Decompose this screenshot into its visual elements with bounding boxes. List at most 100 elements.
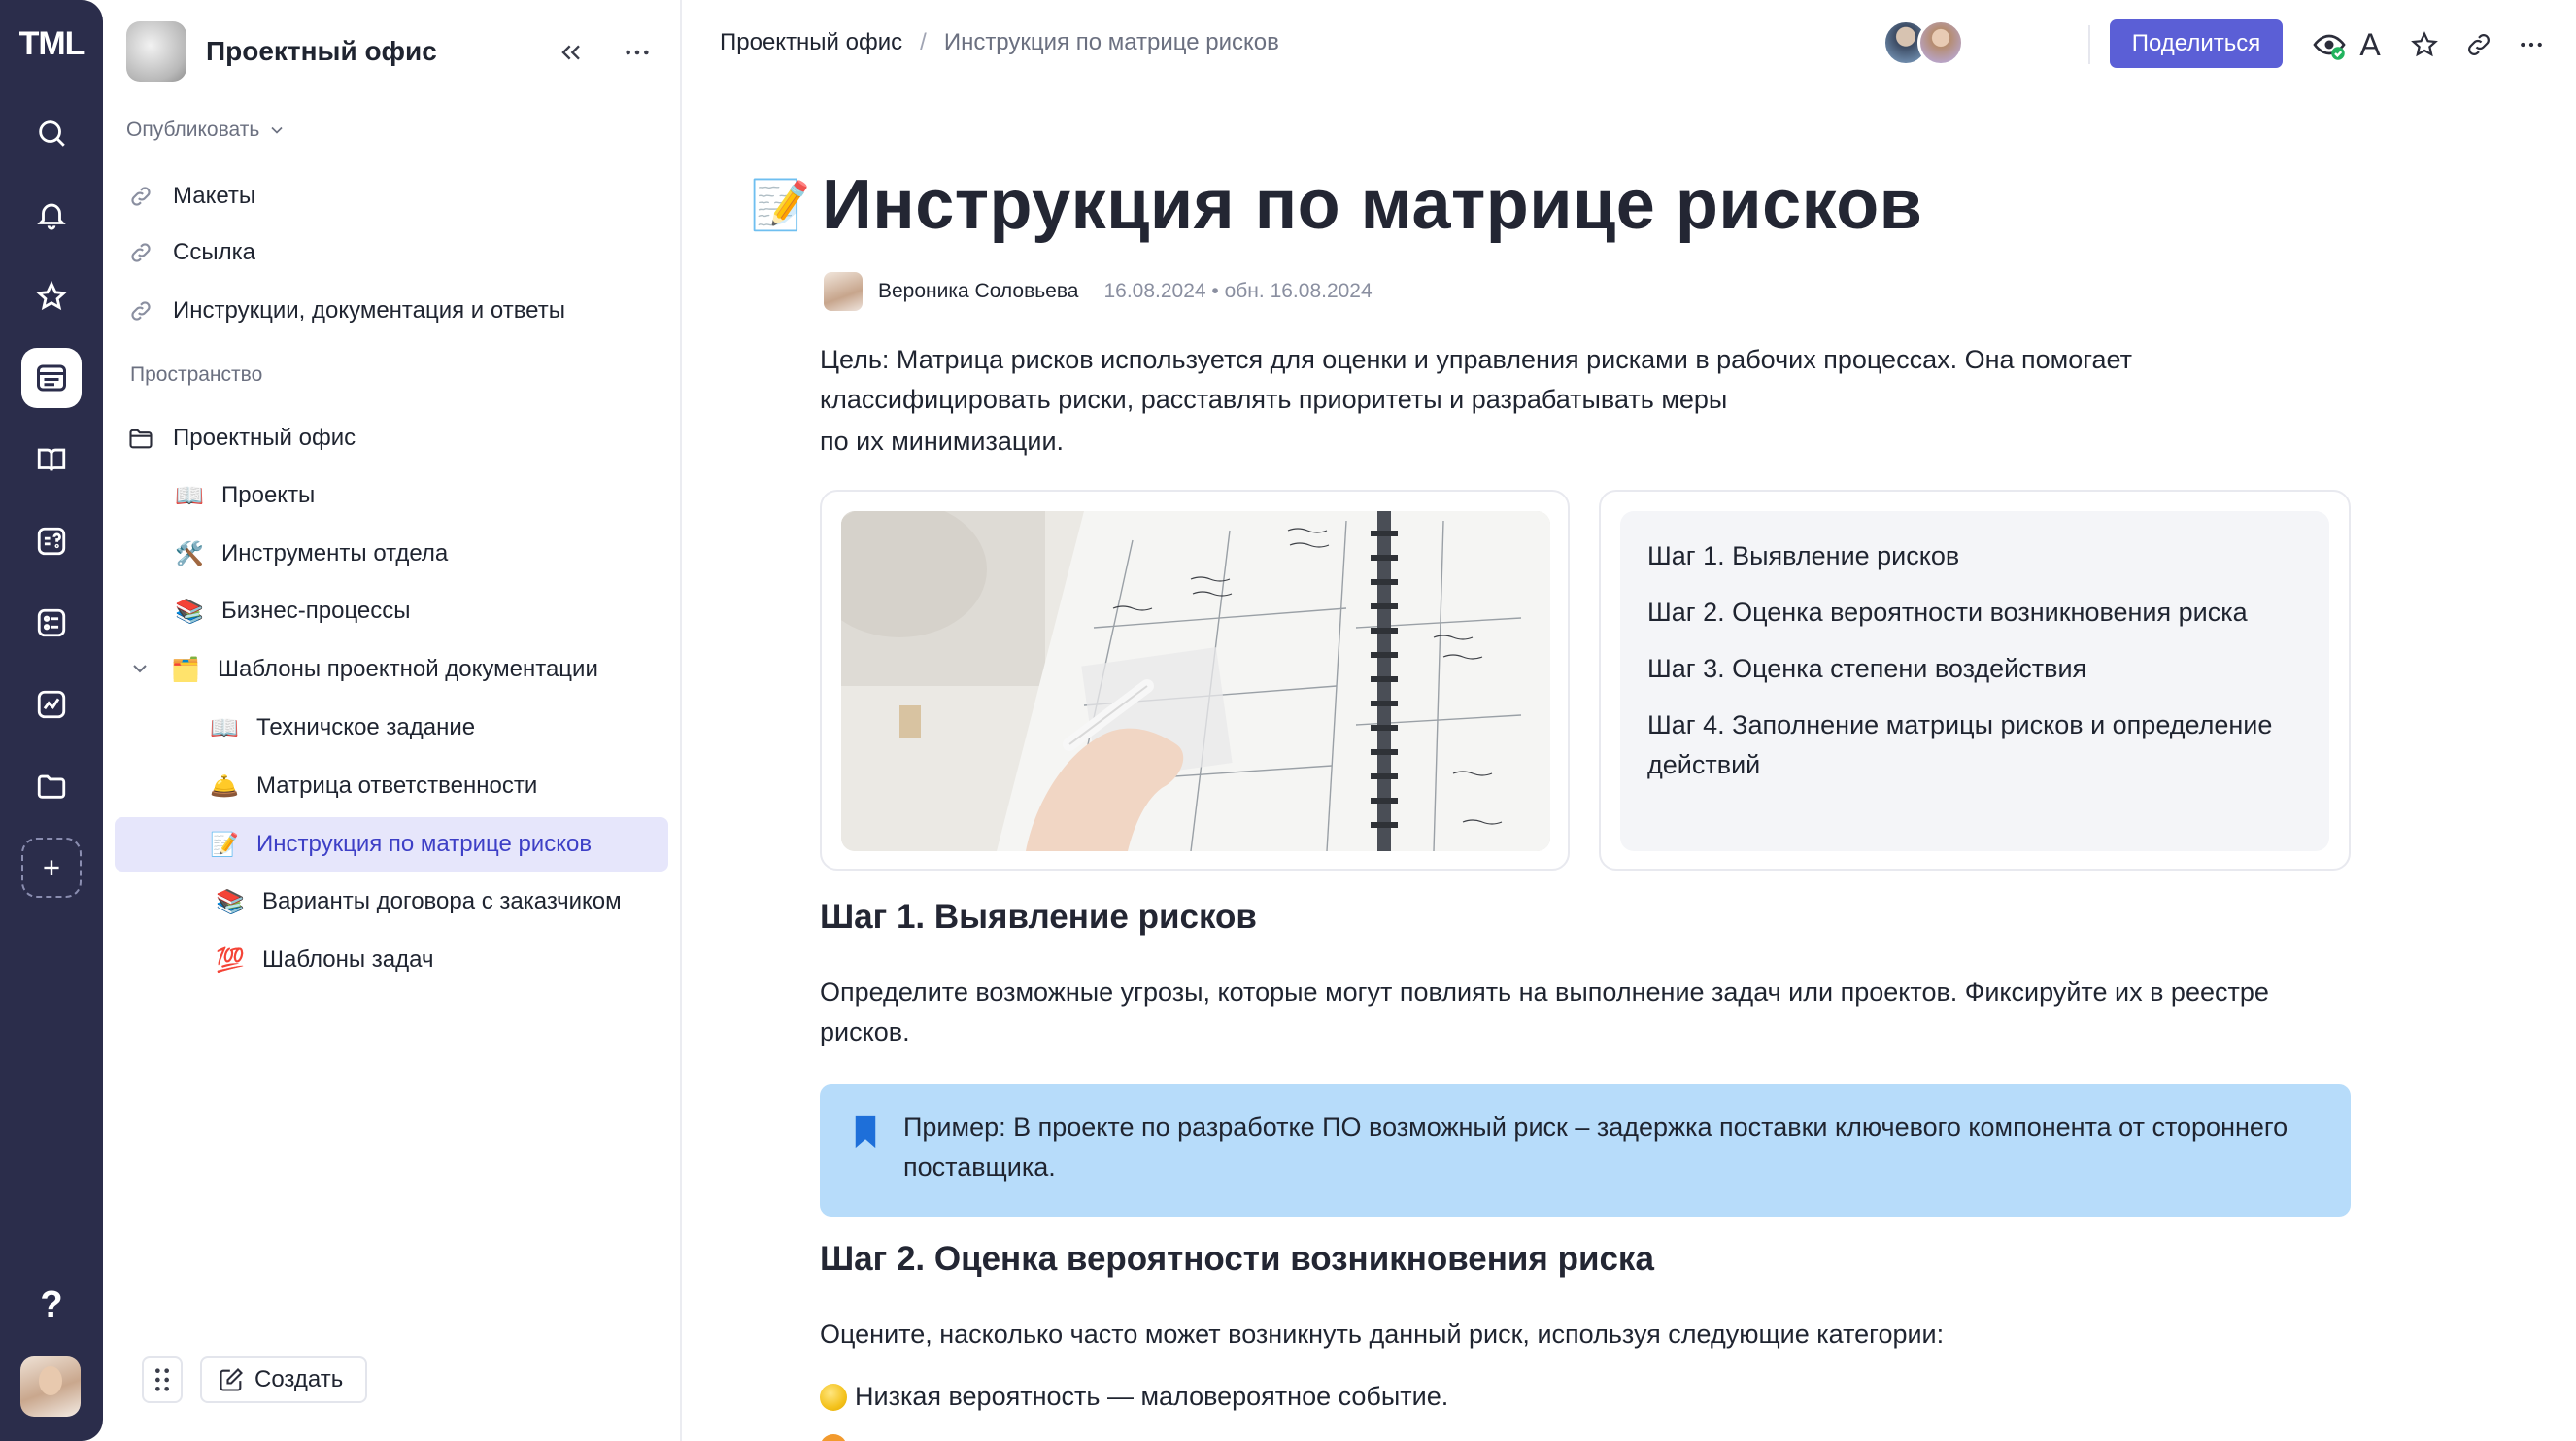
share-button[interactable]: Поделиться [2110, 19, 2283, 68]
tree-item-templates[interactable]: 🗂️ Шаблоны проектной документации [171, 642, 598, 697]
steps-card: Шаг 1. Выявление рисков Шаг 2. Оценка ве… [1599, 490, 2351, 871]
published-item-link[interactable]: Ссылка [126, 225, 255, 280]
books-emoji-icon: 📚 [175, 598, 204, 625]
app-rail: TML ? [0, 0, 103, 1441]
tree-item-label: Матрица ответственности [256, 772, 538, 799]
create-label: Создать [254, 1366, 344, 1392]
intro-line: по их минимизации. [820, 427, 1065, 456]
planner-photo[interactable] [841, 511, 1550, 851]
folder-icon[interactable] [21, 756, 82, 816]
space-title[interactable]: Проектный офис [206, 36, 437, 67]
quiz-icon[interactable] [21, 511, 82, 571]
tree-item-label: Техничское задание [256, 714, 476, 740]
card-index-emoji-icon: 🗂️ [171, 656, 200, 683]
breadcrumb-space[interactable]: Проектный офис [720, 29, 902, 56]
bell-icon[interactable] [21, 185, 82, 245]
add-space-icon[interactable] [21, 838, 82, 898]
tree-item-contract-variants[interactable]: 📚 Варианты договора с заказчиком [216, 875, 622, 929]
tree-item-business-processes[interactable]: 📚 Бизнес-процессы [175, 584, 411, 638]
page-dates: 16.08.2024 • обн. 16.08.2024 [1103, 280, 1373, 302]
star-icon[interactable] [2405, 25, 2444, 64]
tree-item-task-templates[interactable]: 💯 Шаблоны задач [216, 933, 433, 987]
tree-item-tech-spec[interactable]: 📖 Техничское задание [210, 701, 475, 755]
likelihood-low-item: Низкая вероятность — маловероятное событ… [820, 1382, 1448, 1412]
grid-dots-icon[interactable] [142, 1356, 183, 1403]
link-icon [126, 296, 155, 326]
tree-item-label: Шаблоны проектной документации [218, 656, 598, 682]
orange-circle-icon [820, 1434, 847, 1441]
tree-root-project-office[interactable]: Проектный офис [126, 411, 356, 465]
page-title-row: 📝 Инструкция по матрице рисков [750, 165, 1922, 245]
author-name[interactable]: Вероника Соловьева [878, 280, 1078, 303]
breadcrumb-current[interactable]: Инструкция по матрице рисков [944, 29, 1279, 56]
bell-emoji-icon: 🛎️ [210, 772, 239, 800]
intro-line: классифицировать риски, расставлять прио… [820, 385, 1728, 414]
collaborators-avatars[interactable] [1882, 19, 1970, 68]
callout-example: Пример: В проекте по разработке ПО возмо… [820, 1084, 2351, 1217]
step1-paragraph: Определите возможные угрозы, которые мог… [820, 978, 2269, 1046]
app-logo[interactable]: TML [8, 25, 95, 63]
tree-item-label: Варианты договора с заказчиком [262, 888, 622, 914]
step-item: Шаг 1. Выявление рисков [1647, 541, 1960, 570]
steps-list: Шаг 1. Выявление рисков Шаг 2. Оценка ве… [1620, 511, 2329, 851]
yellow-circle-icon [820, 1383, 847, 1411]
page-meta: Вероника Соловьева 16.08.2024 • обн. 16.… [824, 272, 1373, 311]
create-button[interactable]: Создать [200, 1356, 367, 1403]
link-icon [126, 238, 155, 267]
published-item-makety[interactable]: Макеты [126, 169, 255, 223]
tree-item-label: Проектный офис [173, 425, 356, 451]
folder-icon [126, 424, 155, 453]
intro-line: Цель: Матрица рисков используется для оц… [820, 345, 2132, 374]
chevron-down-icon [271, 126, 283, 134]
tree-item-responsibility-matrix[interactable]: 🛎️ Матрица ответственности [210, 759, 537, 813]
user-avatar[interactable] [20, 1356, 81, 1417]
search-icon[interactable] [21, 103, 82, 163]
space-avatar[interactable] [126, 21, 186, 82]
memo-emoji-icon: 📝 [210, 831, 239, 858]
published-item-label: Ссылка [173, 239, 255, 265]
step-item: Шаг 3. Оценка степени воздействия [1647, 654, 2087, 683]
watch-icon[interactable] [2310, 25, 2349, 64]
tree-item-label: Бизнес-процессы [221, 598, 411, 624]
avatar [1917, 19, 1964, 66]
more-icon[interactable] [2512, 25, 2551, 64]
breadcrumb: Проектный офис / Инструкция по матрице р… [720, 29, 1279, 56]
tree-item-label: Инструкция по матрице рисков [256, 831, 593, 857]
image-card [820, 490, 1570, 871]
author-avatar[interactable] [824, 272, 863, 311]
collapse-sidebar-icon[interactable] [556, 37, 587, 68]
step2-paragraph: Оцените, насколько часто может возникнут… [820, 1320, 1945, 1349]
publish-dropdown[interactable]: Опубликовать [126, 119, 287, 142]
chevron-down-icon[interactable] [128, 657, 152, 680]
sidebar: Проектный офис Опубликовать Макеты Ссылк… [103, 0, 682, 1441]
link-icon[interactable] [2459, 25, 2498, 64]
publish-label: Опубликовать [126, 119, 260, 141]
tree-item-projects[interactable]: 📖 Проекты [175, 468, 315, 523]
analytics-icon[interactable] [21, 674, 82, 735]
tree-item-risk-matrix[interactable]: 📝 Инструкция по матрице рисков [115, 817, 668, 872]
published-item-docs[interactable]: Инструкции, документация и ответы [126, 284, 565, 338]
tree-item-tools[interactable]: 🛠️ Инструменты отдела [175, 527, 448, 581]
edit-icon [220, 1368, 243, 1391]
tree-item-label: Проекты [221, 482, 316, 508]
tree-item-label: Инструменты отдела [221, 540, 449, 566]
page-emoji-icon[interactable]: 📝 [750, 177, 810, 234]
callout-text: Пример: В проекте по разработке ПО возмо… [903, 1113, 2288, 1182]
spaces-icon[interactable] [21, 348, 82, 408]
book-emoji-icon: 📖 [175, 482, 204, 509]
help-icon[interactable]: ? [21, 1275, 82, 1335]
link-icon [126, 182, 155, 211]
breadcrumb-separator: / [920, 29, 927, 55]
font-settings-icon[interactable]: A [2351, 25, 2390, 64]
intro-paragraph: Цель: Матрица рисков используется для оц… [820, 340, 2355, 462]
hundred-emoji-icon: 💯 [216, 946, 245, 974]
book-icon[interactable] [21, 429, 82, 490]
heading-step-1: Шаг 1. Выявление рисков [820, 898, 1257, 936]
step-item: Шаг 2. Оценка вероятности возникновения … [1647, 598, 2248, 627]
tools-emoji-icon: 🛠️ [175, 540, 204, 567]
page-title[interactable]: Инструкция по матрице рисков [822, 165, 1922, 245]
more-icon[interactable] [620, 37, 655, 68]
book-emoji-icon: 📖 [210, 714, 239, 741]
forms-icon[interactable] [21, 593, 82, 653]
star-icon[interactable] [21, 266, 82, 326]
